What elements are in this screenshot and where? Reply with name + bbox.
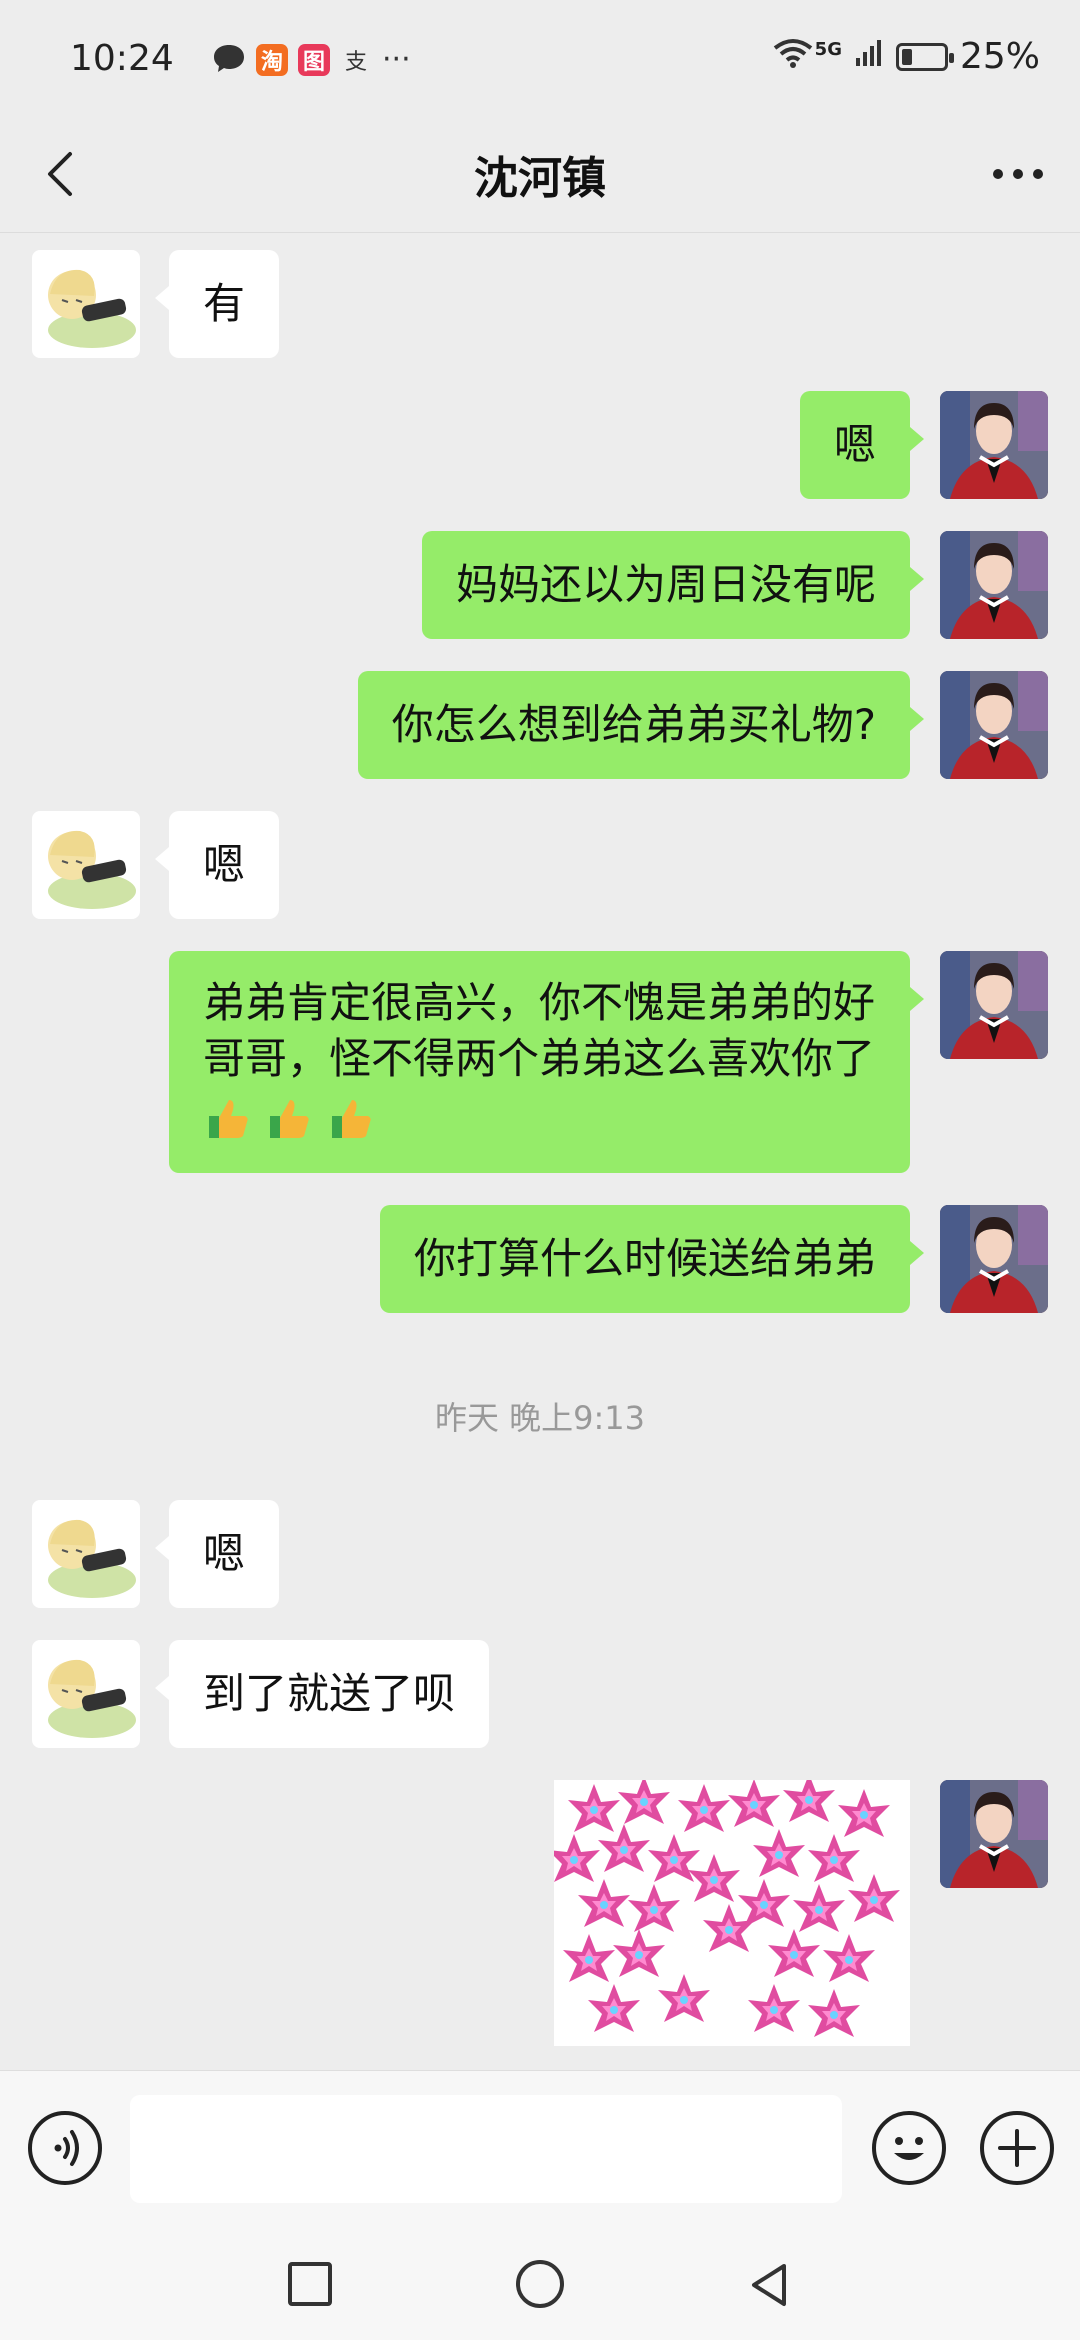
my-avatar[interactable] <box>940 1780 1048 1888</box>
thumbs-up-emoji <box>203 1090 264 1139</box>
recent-apps-button[interactable] <box>288 2262 332 2306</box>
message-bubble[interactable]: 嗯 <box>154 1500 280 1608</box>
notification-icons: 淘 图 支 ··· <box>212 42 411 78</box>
my-avatar[interactable] <box>940 671 1048 779</box>
network-type: 5G <box>814 39 842 60</box>
message-row: 嗯 <box>0 391 1080 501</box>
status-bar: 10:24 淘 图 支 ··· 5G 25% <box>0 0 1080 120</box>
voice-icon <box>54 2130 79 2166</box>
wifi-icon <box>773 36 813 77</box>
message-text: 嗯 <box>203 1529 246 1578</box>
more-dots-icon <box>993 169 1043 179</box>
message-text: 你打算什么时候送给弟弟 <box>413 1234 876 1283</box>
my-avatar[interactable] <box>940 531 1048 639</box>
input-bar <box>0 2070 1080 2231</box>
more-button[interactable] <box>986 150 1050 198</box>
more-dots-icon: ··· <box>382 42 411 77</box>
status-time: 10:24 <box>70 38 174 79</box>
chat-title: 沈河镇 <box>474 153 606 204</box>
message-row: 嗯 <box>0 1500 1080 1610</box>
triangle-back-icon <box>752 2264 786 2306</box>
voice-button[interactable] <box>28 2111 102 2185</box>
home-button[interactable] <box>516 2260 564 2308</box>
message-row: 嗯 <box>0 811 1080 921</box>
message-row: 妈妈还以为周日没有呢 <box>0 531 1080 641</box>
message-text: 弟弟肯定很高兴，你不愧是弟弟的好哥哥，怪不得两个弟弟这么喜欢你了 <box>203 978 876 1083</box>
contact-avatar[interactable] <box>32 250 140 358</box>
battery-icon <box>895 42 954 71</box>
message-row <box>0 1780 1080 2050</box>
sticker-image[interactable] <box>554 1780 910 2046</box>
message-bubble[interactable]: 嗯 <box>154 811 280 919</box>
my-avatar[interactable] <box>940 1205 1048 1313</box>
plus-icon <box>998 2129 1036 2167</box>
system-navigation-bar <box>0 2230 1080 2340</box>
message-bubble[interactable]: 有 <box>154 250 280 358</box>
message-bubble[interactable]: 你怎么想到给弟弟买礼物? <box>357 671 925 779</box>
more-actions-button[interactable] <box>980 2111 1054 2185</box>
contact-avatar[interactable] <box>32 1500 140 1608</box>
message-bubble[interactable]: 嗯 <box>799 391 925 499</box>
message-row: 有 <box>0 250 1080 360</box>
app-icon: 图 <box>298 44 330 76</box>
system-back-button[interactable] <box>744 2260 794 2310</box>
message-timestamp: 昨天 晚上9:13 <box>434 1399 646 1437</box>
message-row: 到了就送了呗 <box>0 1640 1080 1750</box>
message-bubble[interactable]: 弟弟肯定很高兴，你不愧是弟弟的好哥哥，怪不得两个弟弟这么喜欢你了 <box>169 951 924 1173</box>
message-row: 你怎么想到给弟弟买礼物? <box>0 671 1080 781</box>
message-text: 到了就送了呗 <box>203 1669 456 1718</box>
alipay-icon: 支 <box>344 50 367 75</box>
battery-percent: 25% <box>959 36 1040 77</box>
message-row: 弟弟肯定很高兴，你不愧是弟弟的好哥哥，怪不得两个弟弟这么喜欢你了 <box>0 951 1080 1175</box>
message-text: 有 <box>203 279 246 328</box>
my-avatar[interactable] <box>940 951 1048 1059</box>
chat-messages: 有 嗯 妈妈还以为周日没有呢 你怎么想到给弟弟买礼物? 嗯 弟弟肯定很高兴，你不… <box>0 233 1080 2069</box>
message-bubble[interactable]: 到了就送了呗 <box>154 1640 490 1748</box>
message-icon <box>212 42 246 78</box>
message-bubble[interactable]: 你打算什么时候送给弟弟 <box>379 1205 925 1313</box>
emoji-button[interactable] <box>872 2111 946 2185</box>
message-input[interactable] <box>130 2095 842 2203</box>
contact-avatar[interactable] <box>32 811 140 919</box>
message-text: 妈妈还以为周日没有呢 <box>455 560 876 609</box>
message-row: 你打算什么时候送给弟弟 <box>0 1205 1080 1315</box>
contact-avatar[interactable] <box>32 1640 140 1748</box>
smiley-icon <box>894 2137 924 2160</box>
status-right: 5G 25% <box>773 36 1040 77</box>
message-bubble[interactable]: 妈妈还以为周日没有呢 <box>421 531 925 639</box>
thumbs-up-emoji <box>264 1090 325 1139</box>
signal-icon <box>854 36 884 77</box>
my-avatar[interactable] <box>940 391 1048 499</box>
taobao-icon: 淘 <box>256 44 288 76</box>
message-text: 嗯 <box>203 840 246 889</box>
message-text: 嗯 <box>833 420 876 469</box>
message-text: 你怎么想到给弟弟买礼物? <box>391 700 876 749</box>
thumbs-up-emoji <box>326 1090 374 1139</box>
chat-header: 沈河镇 <box>0 120 1080 233</box>
